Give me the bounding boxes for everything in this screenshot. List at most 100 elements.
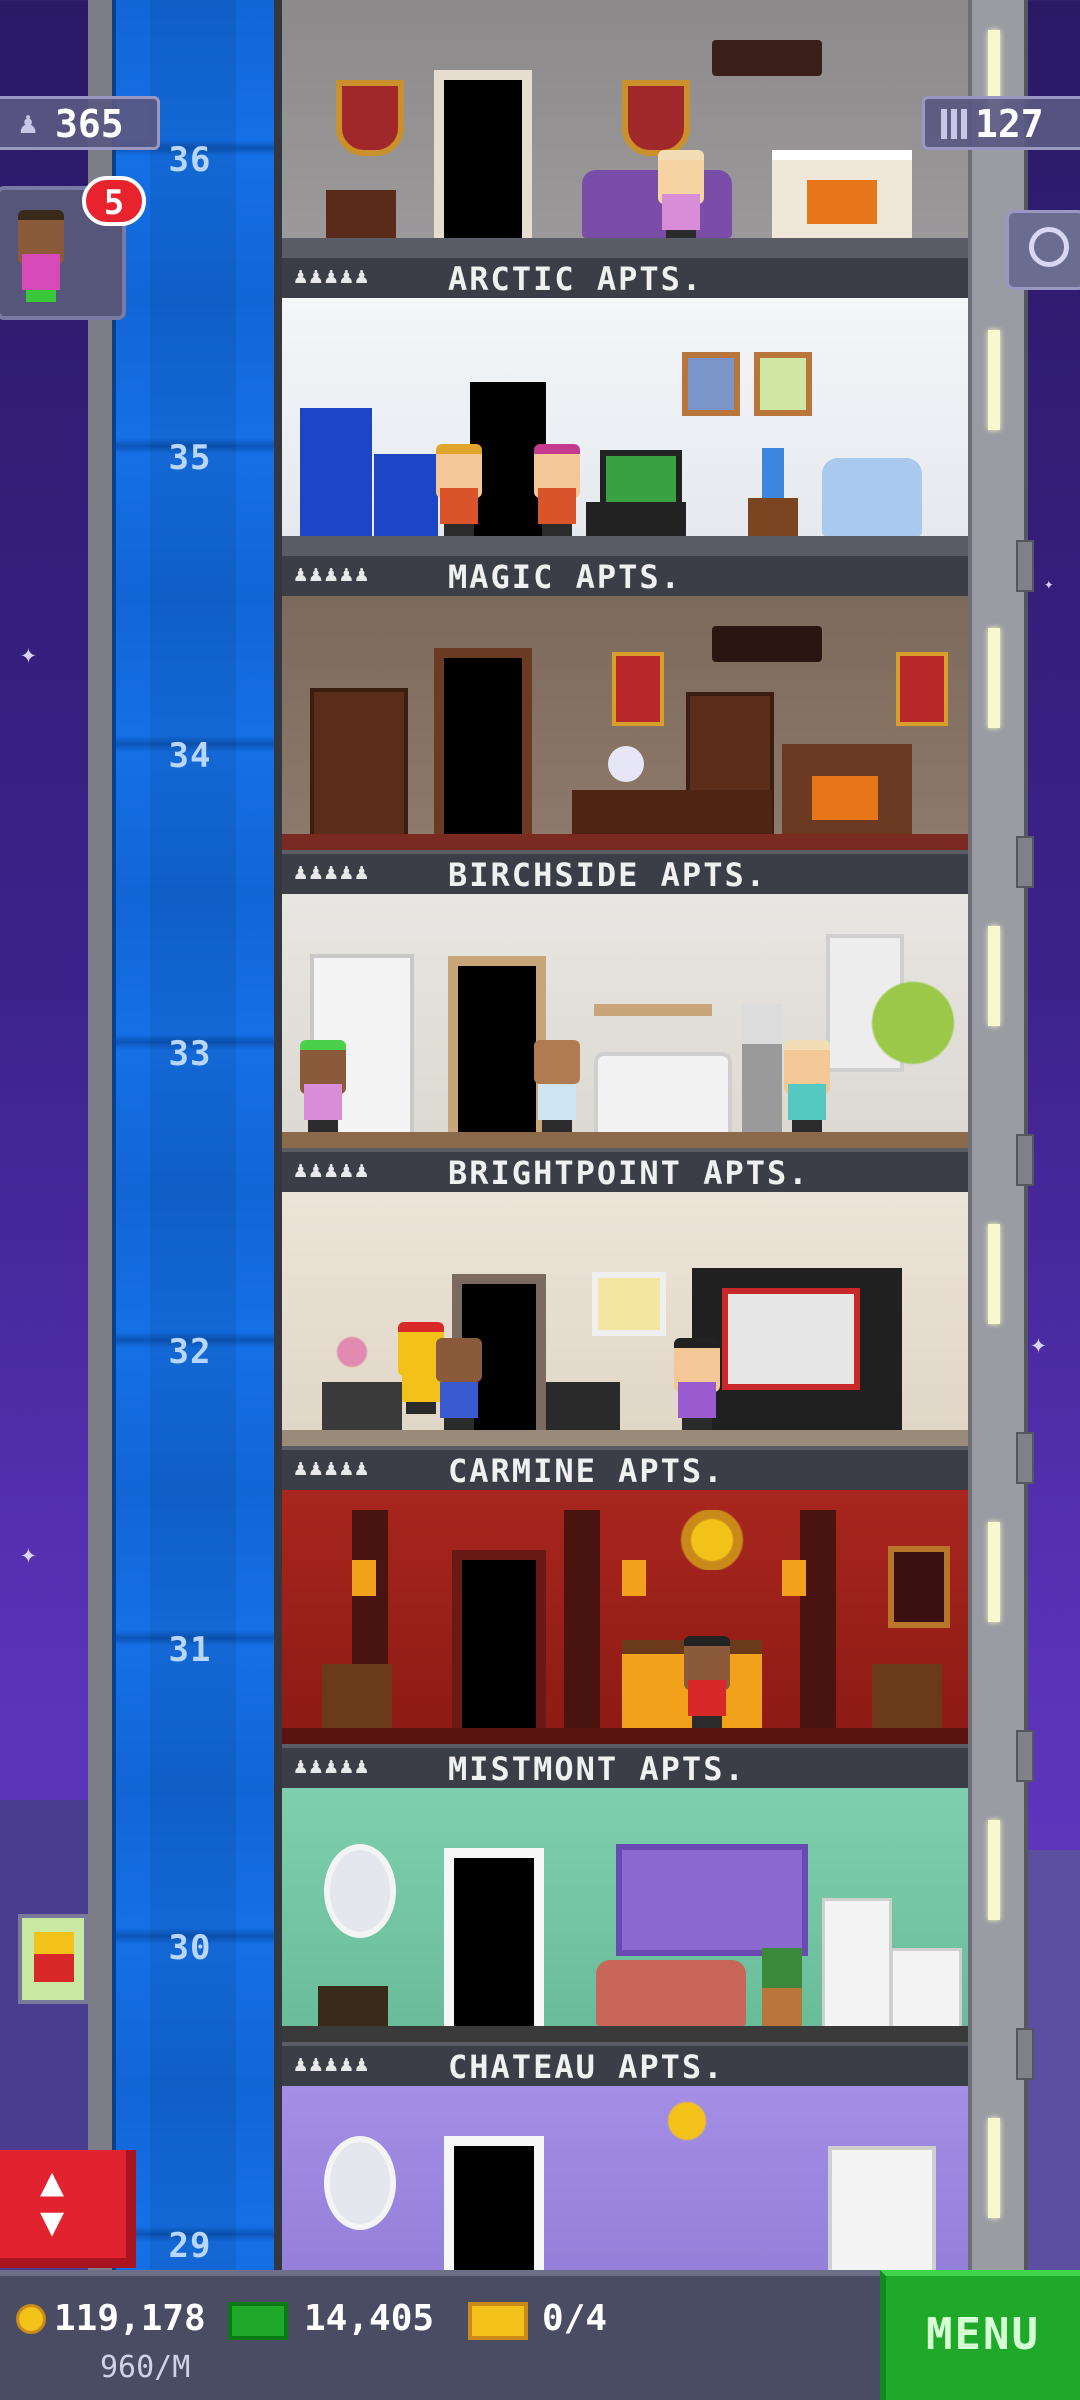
tickets-value: 0/4 [542, 2298, 608, 2339]
potted-plant [762, 1948, 802, 2026]
frame-bracket [1016, 1134, 1034, 1186]
apartment-door [434, 70, 532, 248]
wall-sconce [352, 1560, 376, 1596]
floor-counter[interactable]: 127 [922, 96, 1080, 150]
occupancy-icons: ♟♟♟♟♟ [294, 562, 371, 587]
window-light [988, 2118, 1000, 2218]
floor-number: 33 [168, 1034, 212, 1074]
floor-name: CARMINE APTS. [448, 1452, 725, 1490]
sofa [594, 1052, 732, 1140]
chandelier [712, 40, 822, 76]
pillar [564, 1510, 600, 1728]
floor-nameplate: ♟♟♟♟♟ MAGIC APTS. [282, 552, 968, 596]
shield-decoration [336, 80, 404, 156]
star-decoration: ✦ [20, 1537, 37, 1570]
floor-29[interactable] [282, 2086, 968, 2270]
picture-frame [754, 352, 812, 416]
tv-table [586, 502, 686, 536]
floor-number: 35 [168, 438, 212, 478]
crystal-ball [608, 746, 644, 782]
floor-number: 29 [168, 2226, 212, 2266]
star-decoration: ✦ [1044, 574, 1054, 593]
menu-button[interactable]: MENU [880, 2270, 1080, 2400]
fireplace-fire [812, 776, 878, 820]
floor-nameplate: ♟♟♟♟♟ MISTMONT APTS. [282, 1744, 968, 1788]
floor-name: ARCTIC APTS. [448, 260, 704, 298]
star-decoration: ✦ [1030, 1327, 1047, 1360]
desk [572, 790, 772, 834]
side-table [326, 190, 396, 238]
floor-name: CHATEAU APTS. [448, 2048, 725, 2086]
chandelier [712, 626, 822, 662]
coin-icon [16, 2304, 46, 2334]
tower-resident[interactable] [680, 1636, 734, 1728]
painting [888, 1546, 950, 1628]
floor-nameplate: ♟♟♟♟♟ CARMINE APTS. [282, 1446, 968, 1490]
apartment-door [452, 1550, 546, 1738]
gold-chandelier [672, 1510, 752, 1570]
floor-arctic-apts[interactable]: ♟♟♟♟♟ ARCTIC APTS. [282, 0, 968, 298]
apartment-door [444, 1848, 544, 2036]
floor-nameplate: ♟♟♟♟♟ BRIGHTPOINT APTS. [282, 1148, 968, 1192]
floor-birchside-apts[interactable]: ♟♟♟♟♟ BIRCHSIDE APTS. [282, 596, 968, 894]
window-light [988, 330, 1000, 430]
floor-chateau-apts[interactable]: ♟♟♟♟♟ CHATEAU APTS. [282, 1788, 968, 2086]
banner [612, 652, 664, 726]
white-cabinet [828, 2146, 936, 2270]
floor-carmine-apts[interactable]: ♟♟♟♟♟ CARMINE APTS. [282, 1192, 968, 1490]
floor-name: BRIGHTPOINT APTS. [448, 1154, 810, 1192]
occupancy-icons: ♟♟♟♟♟ [294, 264, 371, 289]
frame-bracket [1016, 1432, 1034, 1484]
floor-nameplate: ♟♟♟♟♟ BIRCHSIDE APTS. [282, 850, 968, 894]
wall-shelf [594, 1004, 712, 1016]
tower-resident[interactable] [432, 444, 486, 536]
coins-value: 119,178 [54, 2298, 206, 2339]
frame-bracket [1016, 2028, 1034, 2080]
floor-name: MISTMONT APTS. [448, 1750, 746, 1788]
population-counter[interactable]: ♟ 365 [0, 96, 160, 150]
fries-icon [34, 1932, 74, 1982]
search-button[interactable] [1006, 210, 1080, 290]
wall-sconce [622, 1560, 646, 1596]
window [616, 1844, 808, 1956]
floor-magic-apts[interactable]: ♟♟♟♟♟ MAGIC APTS. [282, 298, 968, 596]
shield-decoration [622, 80, 690, 156]
floor-nameplate: ♟♟♟♟♟ CHATEAU APTS. [282, 2042, 968, 2086]
window-light [988, 1522, 1000, 1622]
tower-resident[interactable] [296, 1040, 350, 1132]
floor-name: BIRCHSIDE APTS. [448, 856, 767, 894]
television [722, 1288, 860, 1390]
floor-number: 30 [168, 1928, 212, 1968]
window-light [988, 628, 1000, 728]
elevator-up-down-icon: ▲ ▼ [40, 2159, 65, 2245]
frame-bracket [1016, 1730, 1034, 1782]
side-table [318, 1986, 388, 2026]
fireplace-fire [807, 180, 877, 224]
elevator-control-button[interactable]: ▲ ▼ [0, 2150, 136, 2268]
occupancy-icons: ♟♟♟♟♟ [294, 1456, 371, 1481]
tv-console [600, 450, 682, 510]
floor-number: 36 [168, 140, 212, 180]
occupancy-icons: ♟♟♟♟♟ [294, 2052, 371, 2077]
tower-resident[interactable] [780, 1040, 834, 1132]
tower-resident[interactable] [654, 150, 708, 242]
tower-resident[interactable] [530, 444, 584, 536]
floor-mistmont-apts[interactable]: ♟♟♟♟♟ MISTMONT APTS. [282, 1490, 968, 1788]
people-icon: ♟ [19, 106, 38, 141]
tower-resident[interactable] [670, 1338, 724, 1430]
tower-resident[interactable] [432, 1338, 486, 1430]
coin-rate: 960/M [100, 2350, 191, 2385]
window-light [988, 926, 1000, 1026]
bonus-item-card[interactable] [18, 1914, 88, 2004]
blue-cabinet [374, 454, 438, 536]
occupancy-icons: ♟♟♟♟♟ [294, 1754, 371, 1779]
floor-brightpoint-apts[interactable]: ♟♟♟♟♟ BRIGHTPOINT APTS. [282, 894, 968, 1192]
picture-frame [682, 352, 740, 416]
frame-bracket [1016, 836, 1034, 888]
lamp-table [748, 498, 798, 536]
tower-resident[interactable] [530, 1040, 584, 1132]
dresser [322, 1664, 392, 1728]
floor-name: MAGIC APTS. [448, 558, 682, 596]
side-table [322, 1382, 402, 1430]
picture-frame [592, 1272, 666, 1336]
